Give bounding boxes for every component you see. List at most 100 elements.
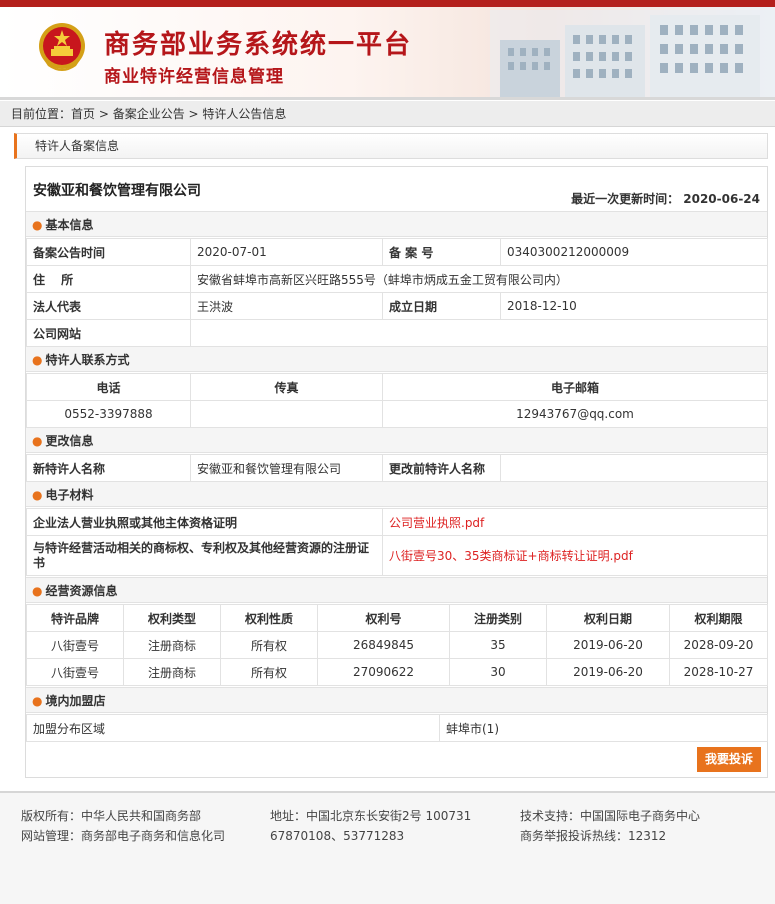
cell-right-date: 2019-06-20: [546, 631, 670, 659]
header-divider: [0, 97, 775, 100]
cell-right-no: 27090622: [317, 658, 450, 686]
col-right-term: 权利期限: [669, 604, 768, 632]
founded-value: 2018-12-10: [500, 292, 768, 320]
store-area-value: 蚌埠市(1): [439, 714, 768, 742]
email-header: 电子邮箱: [382, 373, 768, 401]
bullet-icon: ●: [32, 353, 43, 367]
website-label: 公司网站: [26, 319, 191, 347]
address-value: 安徽省蚌埠市高新区兴旺路555号（蚌埠市炳成五金工贸有限公司内）: [190, 265, 768, 293]
change-table: 新特许人名称 安徽亚和餐饮管理有限公司 更改前特许人名称: [26, 454, 768, 482]
bullet-icon: ●: [32, 694, 43, 708]
footer-phones: 67870108、53771283: [270, 829, 405, 843]
address-label: 住 所: [26, 265, 191, 293]
old-name-value: [500, 454, 768, 482]
footer-tech-support: 技术支持：中国国际电子商务中心: [520, 809, 701, 823]
phone-header: 电话: [26, 373, 191, 401]
col-right-type: 权利类型: [123, 604, 221, 632]
contact-table: 电话 传真 电子邮箱 0552-3397888 12943767@qq.com: [26, 373, 768, 428]
col-right-date: 权利日期: [546, 604, 670, 632]
founded-label: 成立日期: [382, 292, 501, 320]
cell-right-nature: 所有权: [220, 658, 318, 686]
national-emblem-icon: [39, 23, 85, 71]
col-right-no: 权利号: [317, 604, 450, 632]
new-name-label: 新特许人名称: [26, 454, 191, 482]
contact-title: 特许人联系方式: [45, 353, 130, 367]
old-name-label: 更改前特许人名称: [382, 454, 501, 482]
email-value: 12943767@qq.com: [382, 400, 768, 428]
store-area-label: 加盟分布区域: [26, 714, 440, 742]
platform-title: 商务部业务系统统一平台: [104, 30, 413, 60]
breadcrumb: 目前位置：首页 > 备案企业公告 > 特许人公告信息: [0, 101, 775, 127]
table-row: 八街壹号 注册商标 所有权 26849845 35 2019-06-20 202…: [26, 631, 768, 659]
stores-table: 加盟分布区域 蚌埠市(1): [26, 714, 768, 742]
license-label: 企业法人营业执照或其他主体资格证明: [26, 508, 383, 536]
trademark-label: 与特许经营活动相关的商标权、专利权及其他经营资源的注册证书: [26, 535, 383, 576]
breadcrumb-home[interactable]: 首页: [71, 107, 95, 121]
footer-site-management: 网站管理：商务部电子商务和信息化司: [21, 829, 226, 843]
cell-right-no: 26849845: [317, 631, 450, 659]
materials-heading: ● 电子材料: [26, 481, 767, 507]
breadcrumb-filing-announcements[interactable]: 备案企业公告: [113, 107, 185, 121]
filing-no-value: 0340300212000009: [500, 238, 768, 266]
company-name: 安徽亚和餐饮管理有限公司: [33, 183, 201, 199]
section-title: 特许人备案信息: [14, 133, 768, 159]
breadcrumb-prefix: 目前位置：: [11, 107, 72, 121]
cell-reg-class: 35: [449, 631, 547, 659]
cell-brand: 八街壹号: [26, 658, 124, 686]
filing-no-label: 备 案 号: [382, 238, 501, 266]
cell-right-type: 注册商标: [123, 631, 221, 659]
trademark-file-link[interactable]: 八街壹号30、35类商标证+商标转让证明.pdf: [382, 535, 768, 576]
filing-time-label: 备案公告时间: [26, 238, 191, 266]
materials-title: 电子材料: [45, 488, 94, 502]
resources-heading: ● 经营资源信息: [26, 577, 767, 603]
website-value: [190, 319, 768, 347]
site-footer: 版权所有：中华人民共和国商务部 网站管理：商务部电子商务和信息化司 地址：中国北…: [0, 793, 775, 904]
cell-right-nature: 所有权: [220, 631, 318, 659]
cell-reg-class: 30: [449, 658, 547, 686]
bullet-icon: ●: [32, 488, 43, 502]
col-right-nature: 权利性质: [220, 604, 318, 632]
resources-title: 经营资源信息: [45, 584, 118, 598]
site-header: 商务部业务系统统一平台 商业特许经营信息管理: [0, 0, 775, 100]
basic-info-title: 基本信息: [45, 218, 94, 232]
change-heading: ● 更改信息: [26, 427, 767, 453]
bullet-icon: ●: [32, 218, 43, 232]
breadcrumb-separator: >: [95, 107, 113, 121]
footer-hotline: 商务举报投诉热线：12312: [520, 829, 667, 843]
fax-value: [190, 400, 383, 428]
bullet-icon: ●: [32, 434, 43, 448]
change-title: 更改信息: [45, 434, 94, 448]
contact-heading: ● 特许人联系方式: [26, 346, 767, 372]
footer-copyright: 版权所有：中华人民共和国商务部: [21, 809, 202, 823]
header-top-bar: [0, 0, 775, 7]
cell-right-date: 2019-06-20: [546, 658, 670, 686]
materials-table: 企业法人营业执照或其他主体资格证明 公司营业执照.pdf 与特许经营活动相关的商…: [26, 508, 768, 576]
phone-value: 0552-3397888: [26, 400, 191, 428]
cell-brand: 八街壹号: [26, 631, 124, 659]
cell-right-type: 注册商标: [123, 658, 221, 686]
cell-right-term: 2028-10-27: [669, 658, 768, 686]
col-brand: 特许品牌: [26, 604, 124, 632]
basic-info-heading: ● 基本信息: [26, 211, 767, 237]
license-file-link[interactable]: 公司营业执照.pdf: [382, 508, 768, 536]
basic-info-table: 备案公告时间 2020-07-01 备 案 号 0340300212000009…: [26, 238, 768, 347]
legal-rep-label: 法人代表: [26, 292, 191, 320]
government-building-image: [490, 10, 775, 100]
filing-time-value: 2020-07-01: [190, 238, 383, 266]
breadcrumb-separator: >: [184, 107, 203, 121]
table-row: 八街壹号 注册商标 所有权 27090622 30 2019-06-20 202…: [26, 658, 768, 686]
cell-right-term: 2028-09-20: [669, 631, 768, 659]
resources-table: 特许品牌 权利类型 权利性质 权利号 注册类别 权利日期 权利期限 八街壹号 注…: [26, 604, 768, 686]
stores-title: 境内加盟店: [45, 694, 106, 708]
bullet-icon: ●: [32, 584, 43, 598]
stores-heading: ● 境内加盟店: [26, 687, 767, 713]
legal-rep-value: 王洪波: [190, 292, 383, 320]
complaint-button[interactable]: 我要投诉: [697, 747, 761, 772]
last-update: 最近一次更新时间： 2020-06-24: [571, 192, 760, 206]
footer-address: 地址：中国北京东长安街2号 100731: [270, 809, 472, 823]
fax-header: 传真: [190, 373, 383, 401]
breadcrumb-current: 特许人公告信息: [202, 107, 287, 121]
platform-subtitle: 商业特许经营信息管理: [104, 67, 284, 87]
new-name-value: 安徽亚和餐饮管理有限公司: [190, 454, 383, 482]
col-reg-class: 注册类别: [449, 604, 547, 632]
